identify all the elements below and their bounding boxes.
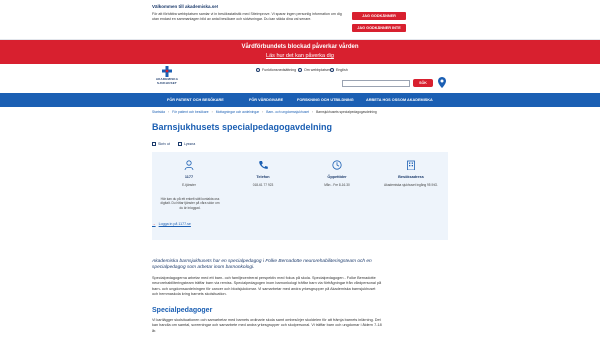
breadcrumb-separator: › (311, 110, 314, 114)
info-label: 1177 (184, 175, 194, 179)
arrow-right-icon: → (152, 222, 156, 226)
nav-item-patient[interactable]: FÖR PATIENT OCH BESÖKARE (167, 93, 224, 107)
breadcrumb-separator: › (168, 110, 170, 114)
cookie-decline-button[interactable]: JAG GODKÄNNER INTE (352, 24, 406, 32)
util-link-english[interactable]: English (330, 68, 348, 72)
login-1177-link[interactable]: → Logga in på 1177.se (152, 222, 191, 226)
alert-banner: Vårdförbundets blockad påverkar vården L… (0, 40, 600, 64)
info-sub: Mån - Fre 8-16.30 (324, 183, 350, 187)
user-icon (184, 160, 194, 170)
util-link-label: English (336, 68, 348, 72)
breadcrumb: Startsida › För patient och besökare › Motta… (152, 110, 377, 114)
search-input[interactable] (342, 80, 410, 87)
globe-icon (330, 68, 334, 72)
logo-text: AKADEMISKA SJUKHUSET (152, 77, 182, 85)
page-title: Barnsjukhusets specialpedagogavdelning (152, 122, 333, 132)
accessibility-icon (256, 68, 260, 72)
search-button[interactable]: SÖK (413, 79, 433, 87)
cookie-text: För att förbättra webbplatsen samlar vi … (152, 12, 342, 21)
listen-label: Lyssna (183, 142, 196, 146)
speaker-icon (177, 142, 182, 147)
print-button[interactable]: Skriv ut (152, 142, 170, 147)
logo-mark-icon (162, 66, 172, 77)
nav-item-about[interactable]: OM AKADEMISKA (400, 93, 433, 107)
cookie-accept-button[interactable]: JAG GODKÄNNER (352, 12, 406, 20)
info-col-address: Besöksadress Akademiska sjukhuset ingång… (374, 152, 448, 240)
breadcrumb-item[interactable]: Startsida (152, 110, 165, 114)
util-link-accessibility[interactable]: Funktionsnedsättning (256, 68, 296, 72)
info-col-phone: Telefon 018-61 77 923 (226, 152, 300, 240)
login-1177-label: Logga in på 1177.se (158, 222, 191, 226)
cookie-consent-bar: Välkommen till akademiska.se! För att fö… (0, 0, 600, 40)
site-logo[interactable]: AKADEMISKA SJUKHUSET (152, 66, 182, 90)
body-paragraph: Specialpedagogerna arbetar med ett barn-… (152, 276, 382, 297)
alert-banner-link[interactable]: Läs hur det kan påverka dig (0, 53, 600, 59)
contact-info-panel: 1177 E-tjänster Här kan du på ett enkelt… (152, 152, 448, 240)
map-pin-icon[interactable] (438, 77, 446, 88)
page-tools: Skriv ut Lyssna (152, 142, 196, 147)
breadcrumb-separator: › (262, 110, 264, 114)
breadcrumb-item[interactable]: Barn- och ungdomssjukhuset (266, 110, 309, 114)
alert-banner-title: Vårdförbundets blockad påverkar vården (241, 44, 359, 50)
logo-text-line-2: SJUKHUSET (157, 80, 177, 85)
section-heading: Specialpedagoger (152, 307, 213, 314)
nav-item-caregiver[interactable]: FÖR VÅRDGIVARE (249, 93, 283, 107)
site-header: AKADEMISKA SJUKHUSET Funktionsnedsättnin… (0, 64, 600, 93)
body-paragraph-2: Vi kartlägger skolsituationen och samarb… (152, 318, 382, 333)
info-col-hours: Öppettider Mån - Fre 8-16.30 (300, 152, 374, 240)
print-label: Skriv ut (158, 142, 170, 146)
util-link-label: Funktionsnedsättning (262, 68, 297, 72)
info-sub: E-tjänster (182, 183, 196, 187)
util-link-label: Om webbplatsen (304, 68, 331, 72)
nav-item-work[interactable]: ARBETA HOS OSS (366, 93, 400, 107)
clock-icon (332, 160, 342, 170)
nav-item-research[interactable]: FORSKNING OCH UTBILDNING (297, 93, 354, 107)
lead-paragraph: Akademiska barnsjukhusets har en special… (152, 259, 372, 271)
breadcrumb-item-current: Barnsjukhusets specialpedagogavdelning (316, 110, 377, 114)
info-label: Öppettider (327, 175, 347, 179)
info-label: Besöksadress (398, 175, 424, 179)
building-icon (407, 160, 415, 170)
info-label: Telefon (256, 175, 270, 179)
breadcrumb-item[interactable]: För patient och besökare (172, 110, 208, 114)
cookie-title: Välkommen till akademiska.se! (152, 4, 219, 9)
printer-icon (152, 142, 156, 147)
info-note: Här kan du på ett enkelt sätt kontakta o… (160, 197, 220, 210)
info-sub: Akademiska sjukhuset ingång 95 ING. (383, 183, 439, 187)
main-navigation: FÖR PATIENT OCH BESÖKARE FÖR VÅRDGIVARE … (0, 93, 600, 107)
info-icon (298, 68, 302, 72)
util-link-about-site[interactable]: Om webbplatsen (298, 68, 331, 72)
phone-icon (259, 161, 268, 169)
breadcrumb-item[interactable]: Mottagningar och avdelningar (216, 110, 259, 114)
phone-number[interactable]: 018-61 77 923 (230, 183, 296, 187)
listen-button[interactable]: Lyssna (177, 142, 196, 147)
breadcrumb-separator: › (211, 110, 213, 114)
info-col-1177: 1177 E-tjänster Här kan du på ett enkelt… (152, 152, 226, 240)
